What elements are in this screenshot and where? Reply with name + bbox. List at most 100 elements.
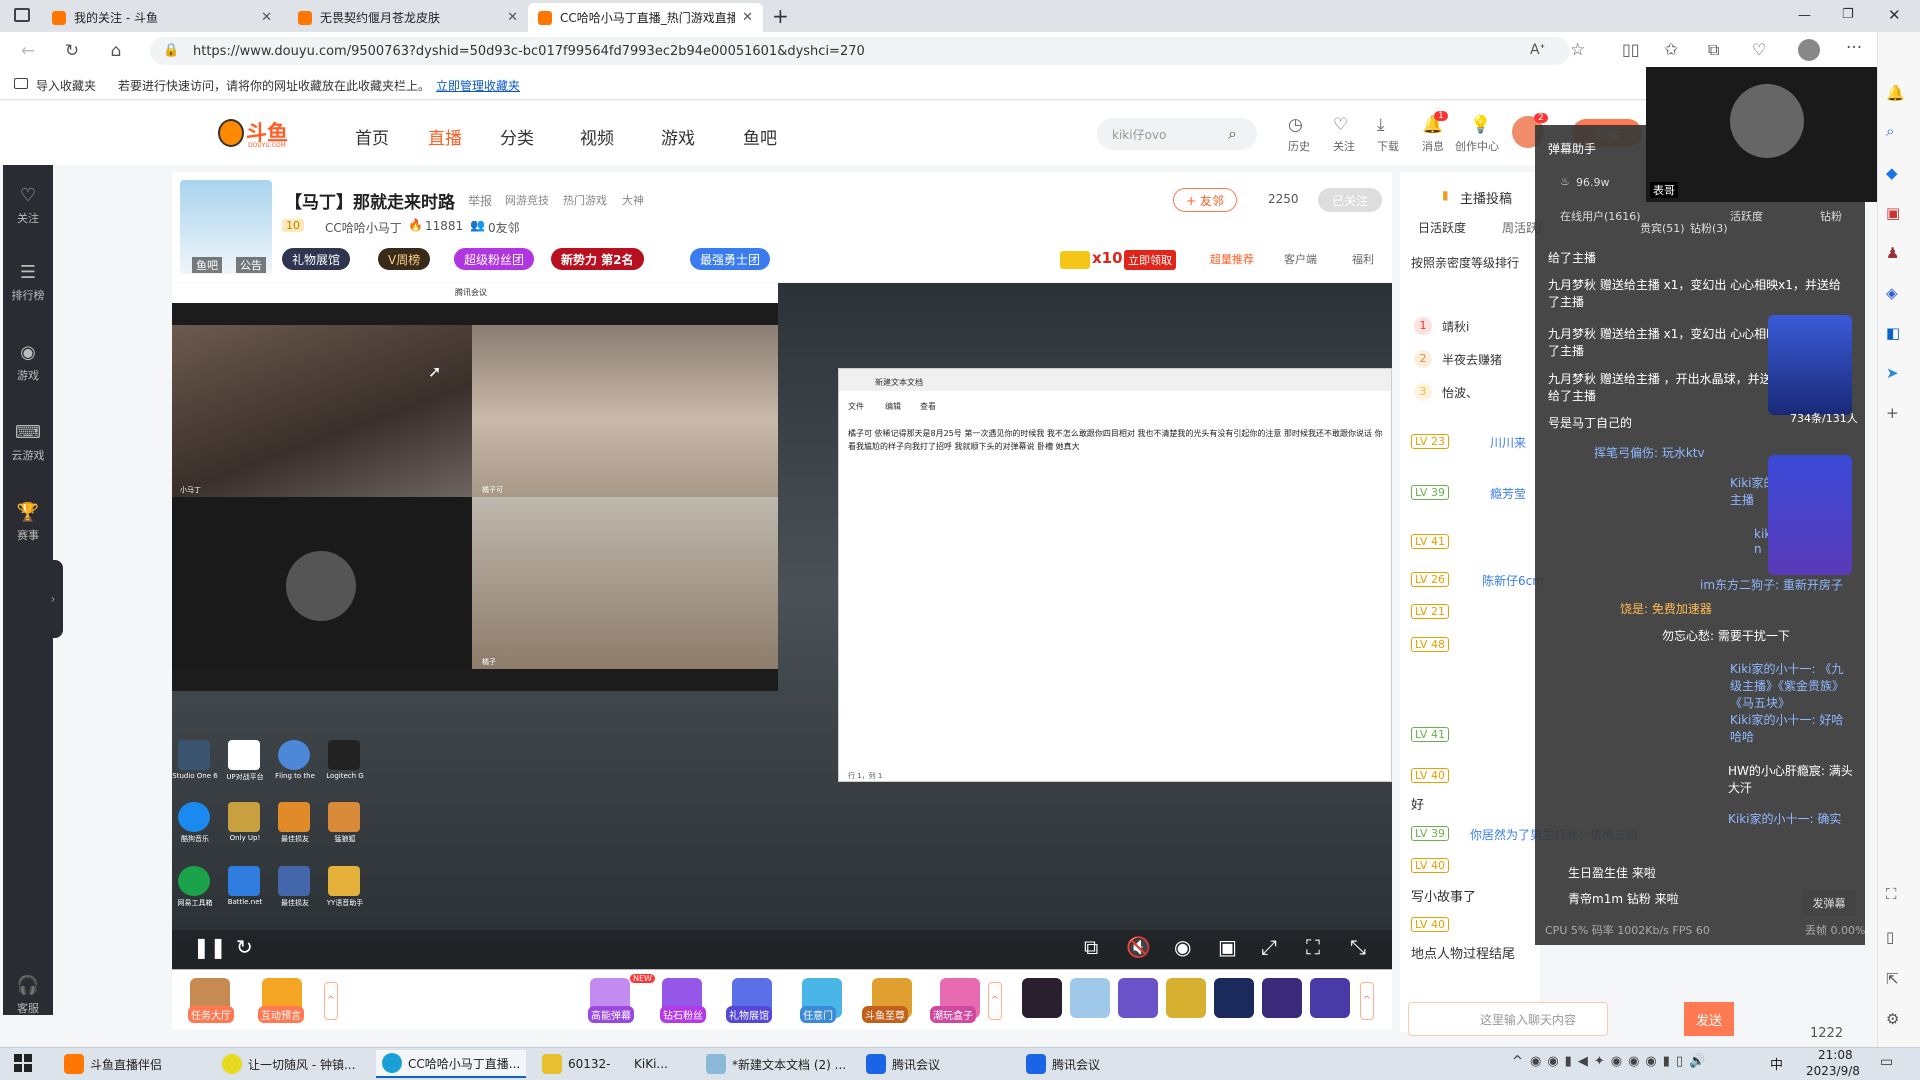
window-close-icon[interactable]: ✕ — [1888, 6, 1901, 24]
category-2[interactable]: 热门游戏 — [563, 192, 607, 208]
popout-icon[interactable]: ⧉ — [1084, 935, 1098, 959]
pause-icon[interactable]: ❚❚ — [193, 935, 227, 959]
url-text[interactable]: https://www.douyu.com/9500763?dyshid=50d… — [193, 44, 865, 59]
windows-start-icon[interactable] — [14, 1054, 32, 1072]
douyu-logo[interactable]: 斗鱼 DOUYU.COM — [218, 117, 298, 151]
people-icon[interactable]: ♟ — [1886, 244, 1899, 262]
rail-esports[interactable]: 🏆 赛事 — [3, 502, 53, 543]
more-icon[interactable]: ··· — [1846, 38, 1862, 58]
friend-button[interactable]: + 友邻 — [1173, 188, 1237, 212]
tag-super-fans[interactable]: 超级粉丝团 — [454, 248, 535, 270]
browser-tab[interactable]: 我的关注 - 斗鱼 ✕ — [42, 3, 282, 32]
gift-item[interactable] — [1118, 978, 1158, 1018]
rank-name[interactable]: 靖秋i — [1442, 318, 1469, 335]
chat-tab[interactable]: 钻粉 — [1820, 208, 1842, 224]
chat-tab[interactable]: 在线用户(1616) — [1560, 208, 1641, 224]
followed-button[interactable]: 已关注 — [1318, 188, 1382, 212]
search-icon[interactable]: ⌕ — [1228, 124, 1237, 144]
poster-tab-notice[interactable]: 公告 — [236, 257, 266, 273]
close-icon[interactable]: ✕ — [507, 10, 518, 25]
rail-rank[interactable]: ☰ 排行榜 — [3, 262, 53, 303]
download-label[interactable]: 下载 — [1377, 138, 1399, 154]
super-recommend-link[interactable]: 超量推荐 — [1210, 251, 1254, 267]
settings-gear-icon[interactable]: ⚙ — [1886, 1010, 1899, 1028]
gift-item[interactable] — [1310, 978, 1350, 1018]
tag-brave-team[interactable]: 最强勇士团 — [690, 248, 771, 270]
tray-chevron-icon[interactable]: ^ — [1512, 1054, 1523, 1069]
chat-tab[interactable]: 活跃度 — [1730, 208, 1763, 224]
star-icon[interactable]: ☆ — [1570, 40, 1585, 60]
streamer-name[interactable]: CC哈哈小马丁 — [325, 219, 402, 236]
external-link-icon[interactable]: ⇱ — [1886, 970, 1899, 988]
claim-now-button[interactable]: 立即领取 — [1124, 250, 1176, 270]
client-link[interactable]: 客户端 — [1284, 251, 1317, 267]
home-icon[interactable]: ⌂ — [102, 37, 130, 65]
close-icon[interactable]: ✕ — [261, 10, 272, 25]
import-favorites-link[interactable]: 导入收藏夹 — [36, 77, 96, 94]
history-icon[interactable]: ◷ — [1288, 115, 1303, 135]
poster-tab-fishbar[interactable]: 鱼吧 — [192, 257, 222, 273]
webfullscreen-icon[interactable]: ⛶ — [1306, 935, 1320, 959]
back-icon[interactable]: ← — [14, 37, 42, 65]
widescreen-icon[interactable]: ⤢ — [1261, 935, 1277, 959]
history-label[interactable]: 历史 — [1288, 138, 1310, 154]
chat-tab[interactable]: 钻粉(3) — [1690, 220, 1728, 236]
tab-actions-icon[interactable] — [14, 8, 30, 22]
browser-tab[interactable]: 无畏契约偃月苍龙皮肤 ✕ — [288, 3, 528, 32]
taskbar-app[interactable]: KiKi... — [628, 1050, 674, 1078]
rail-cloud-game[interactable]: ⌨ 云游戏 — [3, 422, 53, 463]
tray-icons[interactable]: ◉◉▮◀✦◉◉◉▮▯🔊 — [1530, 1054, 1711, 1069]
outlook-icon[interactable]: ◧ — [1886, 324, 1900, 342]
taskbar-app[interactable]: 腾讯会议 — [860, 1050, 946, 1078]
rail-follow[interactable]: ♡ 关注 — [3, 185, 53, 226]
minimize-icon[interactable]: — — [1798, 8, 1811, 23]
close-icon[interactable]: ✕ — [742, 10, 753, 25]
notification-center-icon[interactable]: ▭ — [1880, 1054, 1893, 1070]
rank-name[interactable]: 半夜去赚猪 — [1442, 351, 1502, 368]
taskbar-app[interactable]: 腾讯会议 — [1020, 1050, 1106, 1078]
ime-indicator[interactable]: 中 — [1770, 1054, 1783, 1073]
toolbox-icon[interactable]: ▣ — [1886, 204, 1900, 222]
lock-icon[interactable]: 🔒 — [163, 43, 179, 58]
collections-icon[interactable]: ⧉ — [1708, 40, 1719, 60]
rail-game[interactable]: ◉ 游戏 — [3, 342, 53, 383]
refresh-icon[interactable]: ↻ — [58, 37, 86, 65]
gift-item[interactable] — [1214, 978, 1254, 1018]
gift-item[interactable] — [1166, 978, 1206, 1018]
weekly-promo-card[interactable] — [1768, 455, 1852, 575]
report-link[interactable]: 举报 — [468, 192, 492, 209]
taskbar-app[interactable]: 斗鱼直播伴侣 — [58, 1050, 168, 1078]
expand-right-icon[interactable]: ^ — [1360, 982, 1374, 1020]
new-tab-button[interactable]: + — [772, 4, 789, 28]
message-label[interactable]: 消息 — [1422, 138, 1444, 154]
taskbar-app[interactable]: *新建文本文档 (2) ... — [700, 1050, 852, 1078]
pip-icon[interactable]: ▣ — [1218, 935, 1237, 959]
tag-weekly-rank[interactable]: V周榜 — [378, 248, 431, 270]
restore-icon[interactable]: ❐ — [1842, 7, 1854, 22]
split-screen-icon[interactable]: ▯▯ — [1622, 40, 1640, 59]
manage-favorites-link[interactable]: 立即管理收藏夹 — [436, 77, 520, 94]
nav-video[interactable]: 视频 — [580, 124, 614, 149]
nav-fishbar[interactable]: 鱼吧 — [743, 124, 777, 149]
favorites-icon[interactable]: ✩ — [1664, 40, 1678, 60]
fullscreen-icon[interactable]: ⤡ — [1350, 935, 1366, 959]
nav-live[interactable]: 直播 — [428, 124, 462, 149]
category-3[interactable]: 大神 — [622, 192, 644, 208]
chat-tab[interactable]: 贵宾(51) — [1640, 220, 1685, 236]
read-aloud-icon[interactable]: Aᐩ — [1530, 42, 1545, 58]
rank-promo-card[interactable] — [1768, 315, 1852, 415]
nav-home[interactable]: 首页 — [355, 124, 389, 149]
send-danmaku-button[interactable]: 发弹幕 — [1802, 890, 1856, 916]
tag-icon[interactable]: ◆ — [1886, 164, 1898, 182]
extensions-icon[interactable]: ♡ — [1752, 40, 1766, 59]
tag-new-power[interactable]: 新势力 第2名 — [551, 248, 644, 270]
add-icon[interactable]: + — [1886, 404, 1899, 422]
category-1[interactable]: 网游竞技 — [505, 192, 549, 208]
rail-service[interactable]: 🎧 客服 — [3, 975, 53, 1016]
gift-item[interactable] — [1262, 978, 1302, 1018]
send-icon[interactable]: ➤ — [1886, 364, 1899, 382]
notification-bell-icon[interactable]: 🔔 — [1886, 84, 1905, 102]
taskbar-app-active[interactable]: CC哈哈小马丁直播... — [376, 1050, 527, 1078]
chat-send-button[interactable]: 发送 — [1684, 1002, 1734, 1036]
reload-icon[interactable]: ↻ — [236, 935, 253, 959]
